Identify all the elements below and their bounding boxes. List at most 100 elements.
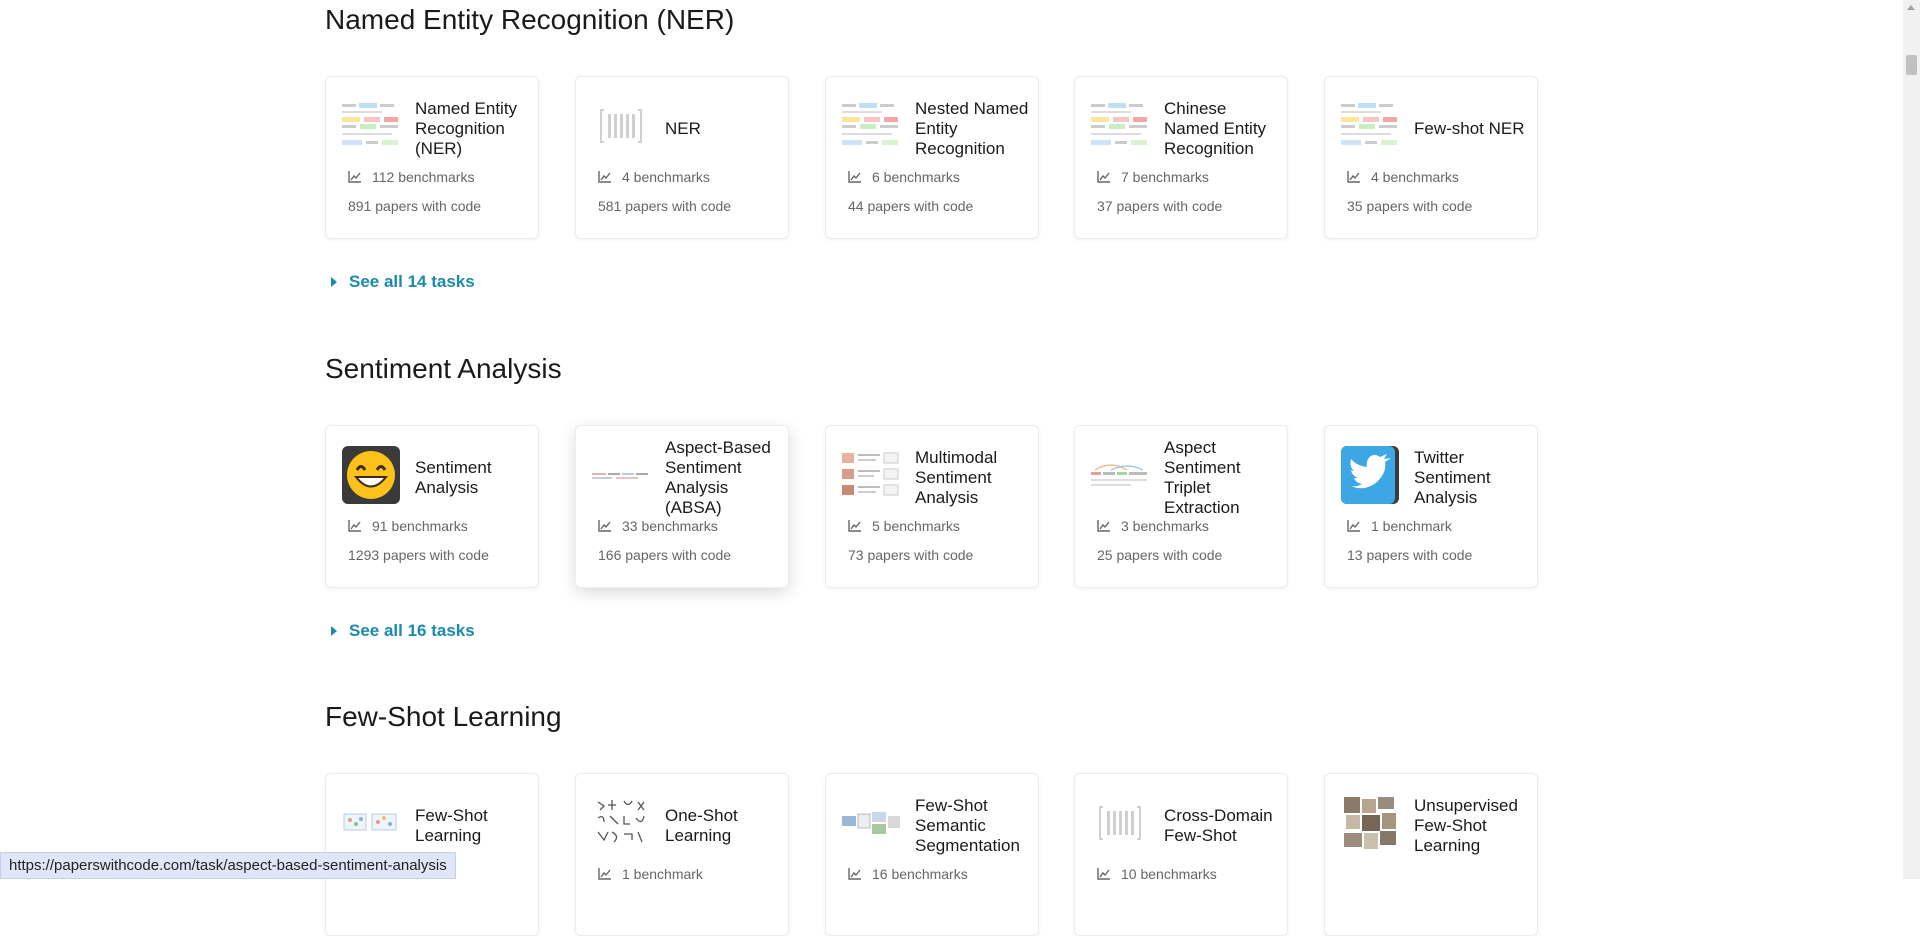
- task-card-nested-ner[interactable]: Nested Named Entity Recognition 6 benchm…: [825, 76, 1039, 239]
- ner-annotation-image: [342, 97, 400, 155]
- card-title: Sentiment Analysis: [415, 458, 492, 497]
- benchmarks-label: 5 benchmarks: [872, 518, 960, 534]
- chart-line-icon: [848, 520, 861, 532]
- vertical-scrollbar[interactable]: [1903, 0, 1920, 879]
- chart-line-icon: [848, 171, 861, 183]
- papers-count: 35 papers with code: [1347, 198, 1473, 214]
- card-title: Twitter Sentiment Analysis: [1414, 448, 1491, 507]
- papers-count: 25 papers with code: [1097, 547, 1223, 563]
- task-card-ner[interactable]: NER 4 benchmarks 581 papers with code: [575, 76, 789, 239]
- multimodal-diagram-image: [842, 446, 900, 504]
- task-card-unsupervised-few-shot[interactable]: Unsupervised Few-Shot Learning: [1324, 773, 1538, 936]
- chart-line-icon: [1097, 171, 1110, 183]
- benchmarks-count: 112 benchmarks: [348, 169, 474, 185]
- photo-collage-image: [1341, 794, 1399, 852]
- benchmarks-label: 4 benchmarks: [1371, 169, 1459, 185]
- card-title: One-Shot Learning: [665, 806, 738, 845]
- benchmarks-count: 1 benchmark: [598, 866, 703, 882]
- benchmarks-label: 7 benchmarks: [1121, 169, 1209, 185]
- benchmarks-label: 6 benchmarks: [872, 169, 960, 185]
- triplet-diagram-image: [1091, 446, 1149, 504]
- see-all-label: See all 16 tasks: [349, 621, 475, 640]
- caret-right-icon: [331, 277, 337, 287]
- card-title: Few-Shot Semantic Segmentation: [915, 796, 1020, 855]
- benchmarks-count: 91 benchmarks: [348, 518, 468, 534]
- benchmarks-label: 16 benchmarks: [872, 866, 968, 882]
- task-card-named-entity-recognition[interactable]: Named Entity Recognition (NER) 112 bench…: [325, 76, 539, 239]
- chart-line-icon: [1097, 868, 1110, 880]
- papers-count: 891 papers with code: [348, 198, 482, 214]
- benchmarks-count: 7 benchmarks: [1097, 169, 1209, 185]
- chart-line-icon: [1097, 520, 1110, 532]
- benchmarks-label: 1 benchmark: [622, 866, 703, 882]
- card-title: Unsupervised Few-Shot Learning: [1414, 796, 1518, 855]
- benchmarks-label: 4 benchmarks: [622, 169, 710, 185]
- absa-diagram-image: [592, 446, 650, 504]
- card-title: Nested Named Entity Recognition: [915, 99, 1029, 158]
- task-card-few-shot-semantic-segmentation[interactable]: Few-Shot Semantic Segmentation 16 benchm…: [825, 773, 1039, 936]
- benchmarks-label: 1 benchmark: [1371, 518, 1452, 534]
- link-status-bar: https://paperswithcode.com/task/aspect-b…: [0, 852, 456, 879]
- chart-line-icon: [598, 520, 611, 532]
- task-card-cross-domain-few-shot[interactable]: Cross-Domain Few-Shot 10 benchmarks: [1074, 773, 1288, 936]
- benchmarks-label: 91 benchmarks: [372, 518, 468, 534]
- see-all-label: See all 14 tasks: [349, 272, 475, 291]
- benchmarks-count: 33 benchmarks: [598, 518, 718, 534]
- scrollbar-thumb[interactable]: [1906, 55, 1917, 75]
- status-url: https://paperswithcode.com/task/aspect-b…: [9, 857, 447, 874]
- smiley-emoji-icon: [342, 446, 400, 504]
- task-card-multimodal-sentiment[interactable]: Multimodal Sentiment Analysis 5 benchmar…: [825, 425, 1039, 588]
- chart-line-icon: [348, 520, 361, 532]
- benchmarks-count: 3 benchmarks: [1097, 518, 1209, 534]
- papers-count: 37 papers with code: [1097, 198, 1223, 214]
- card-title: Multimodal Sentiment Analysis: [915, 448, 998, 507]
- see-all-tasks-link[interactable]: See all 16 tasks: [331, 621, 475, 641]
- section-title: Named Entity Recognition (NER): [325, 4, 735, 35]
- papers-count: 44 papers with code: [848, 198, 974, 214]
- chart-line-icon: [348, 171, 361, 183]
- ner-annotation-image: [1341, 97, 1399, 155]
- chart-line-icon: [1347, 520, 1360, 532]
- placeholder-barcode-icon: [592, 97, 650, 155]
- papers-count: 1293 papers with code: [348, 547, 489, 563]
- task-card-sentiment-analysis[interactable]: Sentiment Analysis 91 benchmarks 1293 pa…: [325, 425, 539, 588]
- benchmarks-label: 33 benchmarks: [622, 518, 718, 534]
- card-title: Few-shot NER: [1414, 119, 1525, 138]
- segmentation-diagram-image: [842, 794, 900, 852]
- task-card-twitter-sentiment[interactable]: Twitter Sentiment Analysis 1 benchmark 1…: [1324, 425, 1538, 588]
- benchmarks-count: 1 benchmark: [1347, 518, 1452, 534]
- caret-right-icon: [331, 626, 337, 636]
- benchmarks-count: 5 benchmarks: [848, 518, 960, 534]
- benchmarks-count: 16 benchmarks: [848, 866, 968, 882]
- task-card-chinese-ner[interactable]: Chinese Named Entity Recognition 7 bench…: [1074, 76, 1288, 239]
- card-title: Aspect Sentiment Triplet Extraction: [1164, 438, 1241, 517]
- card-title: Chinese Named Entity Recognition: [1164, 99, 1267, 158]
- chart-line-icon: [598, 171, 611, 183]
- chart-line-icon: [598, 868, 611, 880]
- benchmarks-count: 4 benchmarks: [598, 169, 710, 185]
- few-shot-diagram-image: [342, 794, 400, 852]
- twitter-bird-icon: [1341, 446, 1399, 504]
- benchmarks-count: 4 benchmarks: [1347, 169, 1459, 185]
- task-card-one-shot-learning[interactable]: One-Shot Learning 1 benchmark: [575, 773, 789, 936]
- benchmarks-label: 112 benchmarks: [372, 169, 475, 185]
- card-title: Aspect-Based Sentiment Analysis (ABSA): [665, 438, 771, 517]
- section-title: Sentiment Analysis: [325, 353, 562, 384]
- task-card-aspect-sentiment-triplet[interactable]: Aspect Sentiment Triplet Extraction 3 be…: [1074, 425, 1288, 588]
- papers-count: 166 papers with code: [598, 547, 732, 563]
- papers-count: 581 papers with code: [598, 198, 732, 214]
- chart-line-icon: [848, 868, 861, 880]
- card-title: Cross-Domain Few-Shot: [1164, 806, 1273, 845]
- task-card-absa[interactable]: Aspect-Based Sentiment Analysis (ABSA) 3…: [575, 425, 789, 588]
- chart-line-icon: [1347, 171, 1360, 183]
- see-all-tasks-link[interactable]: See all 14 tasks: [331, 272, 475, 292]
- task-card-few-shot-ner[interactable]: Few-shot NER 4 benchmarks 35 papers with…: [1324, 76, 1538, 239]
- scroll-up-arrow-icon[interactable]: [1907, 5, 1915, 10]
- ner-annotation-image: [842, 97, 900, 155]
- card-title: NER: [665, 119, 701, 138]
- benchmarks-count: 6 benchmarks: [848, 169, 960, 185]
- handwritten-characters-image: [592, 794, 650, 852]
- papers-count: 73 papers with code: [848, 547, 974, 563]
- benchmarks-label: 3 benchmarks: [1121, 518, 1209, 534]
- section-title: Few-Shot Learning: [325, 701, 562, 732]
